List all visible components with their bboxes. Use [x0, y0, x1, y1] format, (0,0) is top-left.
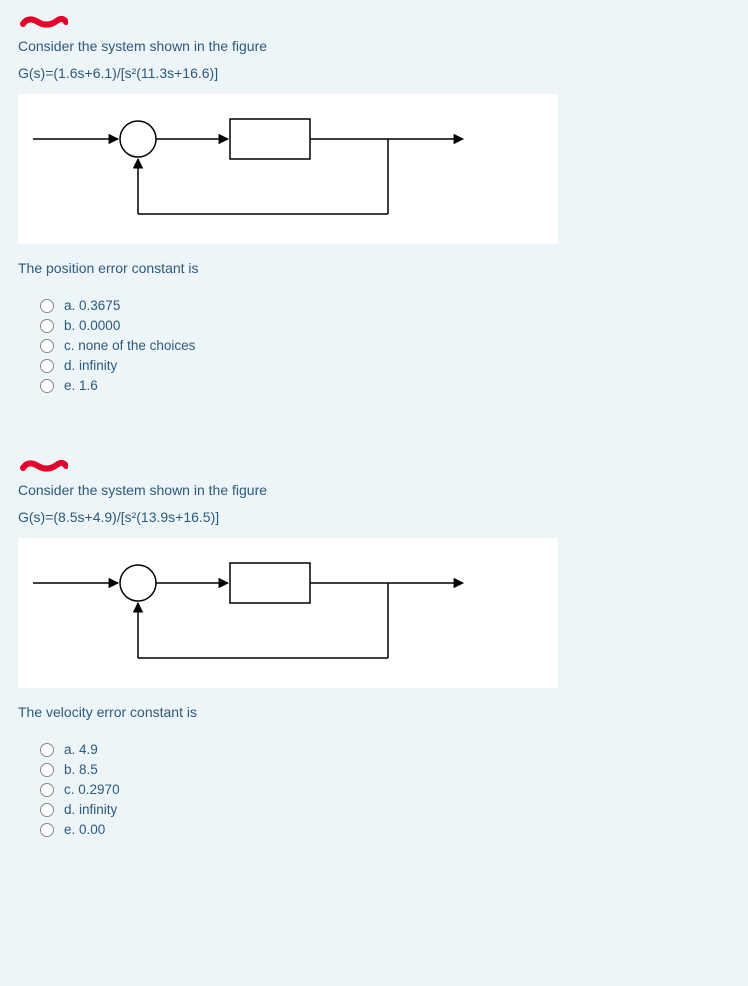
- radio-icon[interactable]: [40, 763, 54, 777]
- prompt-tail: The velocity error constant is: [18, 702, 730, 723]
- option-text: 4.9: [79, 742, 98, 757]
- radio-icon[interactable]: [40, 299, 54, 313]
- option-letter: c.: [64, 782, 75, 797]
- option-letter: b.: [64, 762, 75, 777]
- option-b[interactable]: b. 0.0000: [40, 318, 730, 333]
- option-text: 0.2970: [78, 782, 119, 797]
- radio-icon[interactable]: [40, 339, 54, 353]
- prompt-equation: G(s)=(1.6s+6.1)/[s²(11.3s+16.6)]: [18, 63, 730, 84]
- option-letter: d.: [64, 802, 75, 817]
- option-letter: a.: [64, 742, 75, 757]
- red-scribble-icon: [18, 14, 68, 30]
- option-text: none of the choices: [78, 338, 195, 353]
- block-diagram: [18, 94, 558, 244]
- option-letter: b.: [64, 318, 75, 333]
- option-b[interactable]: b. 8.5: [40, 762, 730, 777]
- option-letter: d.: [64, 358, 75, 373]
- prompt-intro: Consider the system shown in the figure: [18, 480, 730, 501]
- option-letter: e.: [64, 822, 75, 837]
- option-text: 0.00: [79, 822, 105, 837]
- block-diagram: [18, 538, 558, 688]
- option-e[interactable]: e. 0.00: [40, 822, 730, 837]
- radio-icon[interactable]: [40, 783, 54, 797]
- radio-icon[interactable]: [40, 379, 54, 393]
- prompt-intro: Consider the system shown in the figure: [18, 36, 730, 57]
- question-1: Consider the system shown in the figure …: [0, 0, 748, 416]
- option-c[interactable]: c. 0.2970: [40, 782, 730, 797]
- option-d[interactable]: d. infinity: [40, 802, 730, 817]
- option-text: infinity: [79, 358, 117, 373]
- radio-icon[interactable]: [40, 803, 54, 817]
- question-2: Consider the system shown in the figure …: [0, 444, 748, 860]
- prompt-tail: The position error constant is: [18, 258, 730, 279]
- option-text: 0.0000: [79, 318, 120, 333]
- radio-icon[interactable]: [40, 359, 54, 373]
- option-list: a. 0.3675 b. 0.0000 c. none of the choic…: [18, 285, 730, 393]
- option-letter: a.: [64, 298, 75, 313]
- option-letter: c.: [64, 338, 75, 353]
- option-text: 0.3675: [79, 298, 120, 313]
- option-text: 8.5: [79, 762, 98, 777]
- option-letter: e.: [64, 378, 75, 393]
- option-text: infinity: [79, 802, 117, 817]
- prompt-equation: G(s)=(8.5s+4.9)/[s²(13.9s+16.5)]: [18, 507, 730, 528]
- option-c[interactable]: c. none of the choices: [40, 338, 730, 353]
- option-e[interactable]: e. 1.6: [40, 378, 730, 393]
- red-scribble-icon: [18, 458, 68, 474]
- radio-icon[interactable]: [40, 319, 54, 333]
- option-a[interactable]: a. 0.3675: [40, 298, 730, 313]
- option-text: 1.6: [79, 378, 98, 393]
- option-list: a. 4.9 b. 8.5 c. 0.2970 d. infinity e. 0…: [18, 729, 730, 837]
- option-d[interactable]: d. infinity: [40, 358, 730, 373]
- radio-icon[interactable]: [40, 743, 54, 757]
- option-a[interactable]: a. 4.9: [40, 742, 730, 757]
- radio-icon[interactable]: [40, 823, 54, 837]
